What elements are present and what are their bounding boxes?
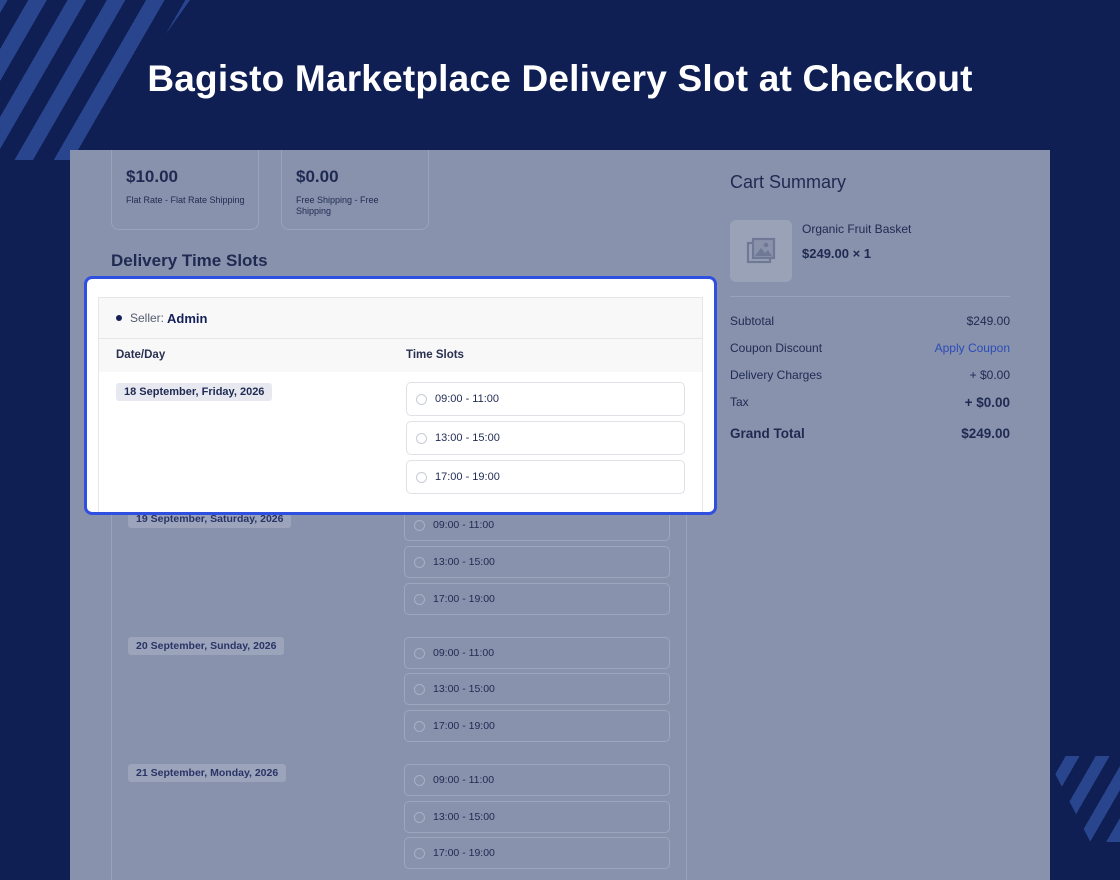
radio-icon[interactable] bbox=[414, 648, 425, 659]
radio-icon[interactable] bbox=[414, 557, 425, 568]
seller-name: Admin bbox=[167, 310, 208, 326]
slot-label: 17:00 - 19:00 bbox=[435, 471, 500, 483]
summary-label: Grand Total bbox=[730, 426, 805, 441]
image-placeholder-icon bbox=[746, 237, 776, 264]
slot-label: 09:00 - 11:00 bbox=[435, 393, 500, 405]
time-slot[interactable]: 17:00 - 19:00 bbox=[404, 710, 670, 742]
shipping-price: $0.00 bbox=[296, 167, 339, 186]
seller-label: Seller: bbox=[130, 311, 165, 325]
radio-icon[interactable] bbox=[416, 433, 427, 444]
seller-row: Seller: Admin bbox=[99, 298, 702, 339]
product-price: $249.00 × 1 bbox=[802, 246, 872, 261]
summary-value: + $0.00 bbox=[969, 368, 1010, 382]
radio-icon[interactable] bbox=[416, 394, 427, 405]
summary-row-coupon: Coupon Discount Apply Coupon bbox=[730, 341, 1010, 355]
summary-label: Coupon Discount bbox=[730, 341, 823, 355]
bullet-icon bbox=[116, 315, 122, 321]
shipping-price: $10.00 bbox=[126, 167, 178, 186]
summary-label: Tax bbox=[730, 395, 749, 409]
time-slot[interactable]: 13:00 - 15:00 bbox=[406, 421, 685, 455]
time-slot[interactable]: 09:00 - 11:00 bbox=[404, 637, 670, 669]
summary-label: Delivery Charges bbox=[730, 368, 823, 382]
delivery-slot-highlight-card: Seller: Admin Date/Day Time Slots 18 Sep… bbox=[84, 276, 717, 515]
checkout-screenshot: $10.00 Flat Rate - Flat Rate Shipping $0… bbox=[70, 150, 1050, 880]
column-header-date: Date/Day bbox=[116, 349, 166, 361]
time-slot[interactable]: 09:00 - 11:00 bbox=[406, 382, 685, 416]
slot-label: 17:00 - 19:00 bbox=[433, 847, 495, 859]
table-row: 18 September, Friday, 2026 09:00 - 11:00… bbox=[99, 372, 702, 512]
shipping-option-free[interactable]: $0.00 Free Shipping - Free Shipping bbox=[281, 150, 429, 230]
summary-divider bbox=[730, 296, 1010, 297]
radio-icon[interactable] bbox=[414, 848, 425, 859]
time-slot[interactable]: 09:00 - 11:00 bbox=[404, 764, 670, 796]
column-header-time-slots: Time Slots bbox=[406, 349, 464, 361]
apply-coupon-link[interactable]: Apply Coupon bbox=[935, 341, 1010, 355]
summary-value: $249.00 bbox=[961, 426, 1010, 441]
banner-title: Bagisto Marketplace Delivery Slot at Che… bbox=[147, 58, 973, 99]
radio-icon[interactable] bbox=[414, 775, 425, 786]
table-header: Date/Day Time Slots bbox=[99, 339, 702, 372]
time-slot[interactable]: 17:00 - 19:00 bbox=[406, 460, 685, 494]
summary-row-delivery: Delivery Charges + $0.00 bbox=[730, 368, 1010, 382]
summary-row-tax: Tax + $0.00 bbox=[730, 395, 1010, 410]
radio-icon[interactable] bbox=[414, 594, 425, 605]
slot-label: 13:00 - 15:00 bbox=[435, 432, 500, 444]
radio-icon[interactable] bbox=[414, 721, 425, 732]
slot-label: 17:00 - 19:00 bbox=[433, 593, 495, 605]
date-chip: 18 September, Friday, 2026 bbox=[116, 383, 273, 401]
slot-label: 13:00 - 15:00 bbox=[433, 811, 495, 823]
shipping-desc: Free Shipping - Free Shipping bbox=[296, 195, 379, 216]
summary-label: Subtotal bbox=[730, 314, 775, 328]
time-slot[interactable]: 17:00 - 19:00 bbox=[404, 583, 670, 615]
radio-icon[interactable] bbox=[414, 520, 425, 531]
product-name[interactable]: Organic Fruit Basket bbox=[802, 222, 911, 236]
slot-label: 13:00 - 15:00 bbox=[433, 683, 495, 695]
slot-label: 17:00 - 19:00 bbox=[433, 720, 495, 732]
radio-icon[interactable] bbox=[416, 472, 427, 483]
time-slot[interactable]: 17:00 - 19:00 bbox=[404, 837, 670, 869]
delivery-slot-table: Seller: Admin Date/Day Time Slots 18 Sep… bbox=[98, 297, 703, 512]
shipping-option-flat-rate[interactable]: $10.00 Flat Rate - Flat Rate Shipping bbox=[111, 150, 259, 230]
radio-icon[interactable] bbox=[414, 684, 425, 695]
slot-label: 09:00 - 11:00 bbox=[433, 647, 495, 659]
summary-row-subtotal: Subtotal $249.00 bbox=[730, 314, 1010, 328]
date-chip: 21 September, Monday, 2026 bbox=[128, 764, 287, 782]
cart-summary-title: Cart Summary bbox=[730, 172, 847, 192]
summary-value: + $0.00 bbox=[964, 395, 1010, 410]
time-slot[interactable]: 13:00 - 15:00 bbox=[404, 801, 670, 833]
slot-label: 09:00 - 11:00 bbox=[433, 774, 495, 786]
slot-label: 09:00 - 11:00 bbox=[433, 519, 495, 531]
radio-icon[interactable] bbox=[414, 812, 425, 823]
delivery-section-title: Delivery Time Slots bbox=[111, 251, 268, 270]
decorative-stripes-bottom-right bbox=[1046, 756, 1120, 842]
time-slot[interactable]: 13:00 - 15:00 bbox=[404, 673, 670, 705]
summary-row-total: Grand Total $249.00 bbox=[730, 426, 1010, 441]
slot-label: 13:00 - 15:00 bbox=[433, 556, 495, 568]
time-slot[interactable]: 13:00 - 15:00 bbox=[404, 546, 670, 578]
product-thumbnail bbox=[730, 220, 792, 282]
date-chip: 20 September, Sunday, 2026 bbox=[128, 637, 285, 655]
summary-value: $249.00 bbox=[966, 314, 1010, 328]
shipping-desc: Flat Rate - Flat Rate Shipping bbox=[126, 195, 245, 205]
